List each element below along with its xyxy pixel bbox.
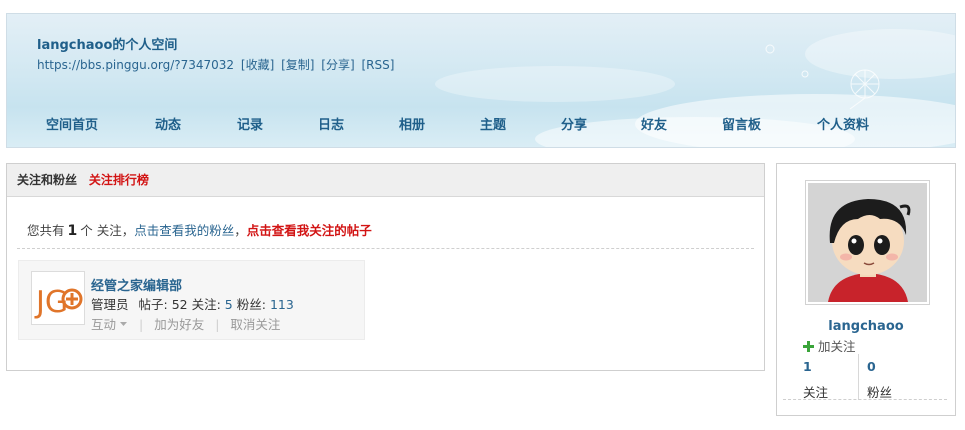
summary-comma: ，: [234, 223, 247, 238]
unfollow-button[interactable]: 取消关注: [230, 317, 280, 332]
following-count[interactable]: 5: [225, 297, 233, 312]
summary-unit: 个 关注，: [80, 223, 135, 238]
fans-count[interactable]: 113: [270, 297, 294, 312]
nav-topics[interactable]: 主题: [480, 114, 506, 133]
panel-tabs: 关注和粉丝 关注排行榜: [7, 164, 764, 197]
user-avatar[interactable]: JG: [31, 271, 85, 325]
divider: [17, 248, 754, 249]
space-title[interactable]: langchaoo的个人空间: [37, 34, 177, 53]
view-fans-link[interactable]: 点击查看我的粉丝: [134, 223, 234, 238]
favorite-link[interactable]: [收藏]: [241, 58, 274, 72]
add-friend-button[interactable]: 加为好友: [154, 317, 204, 332]
summary-prefix: 您共有: [27, 223, 65, 238]
nav-records[interactable]: 记录: [237, 114, 263, 133]
nav-guestbook[interactable]: 留言板: [722, 114, 761, 133]
followed-user-stats: 管理员 帖子: 52 关注: 5 粉丝: 113: [91, 294, 294, 313]
interact-dropdown[interactable]: 互动: [91, 317, 128, 332]
rss-link[interactable]: [RSS]: [362, 58, 395, 72]
tab-follow-ranking[interactable]: 关注排行榜: [89, 173, 149, 187]
card-actions: 互动 | 加为好友 | 取消关注: [91, 314, 280, 333]
user-role: 管理员: [91, 297, 129, 312]
follow-button-label: 加关注: [818, 339, 856, 354]
nav-blog[interactable]: 日志: [318, 114, 344, 133]
space-header: langchaoo的个人空间 https://bbs.pinggu.org/?7…: [6, 13, 956, 148]
nav-album[interactable]: 相册: [399, 114, 425, 133]
followed-user-name[interactable]: 经管之家编辑部: [91, 275, 182, 294]
nav-home[interactable]: 空间首页: [46, 114, 98, 133]
profile-avatar-frame[interactable]: [805, 180, 930, 305]
followed-user-card: JG 经管之家编辑部 管理员 帖子: 52 关注: 5 粉丝: 113 互动 |…: [18, 260, 365, 340]
nav-share[interactable]: 分享: [561, 114, 587, 133]
follow-button[interactable]: 加关注: [803, 336, 856, 355]
tab-follow-fans[interactable]: 关注和粉丝: [17, 173, 77, 187]
action-separator: |: [139, 317, 144, 332]
follow-panel: 关注和粉丝 关注排行榜 您共有 1 个 关注，点击查看我的粉丝，点击查看我关注的帖子…: [6, 163, 765, 371]
view-followed-posts-link[interactable]: 点击查看我关注的帖子: [247, 223, 372, 238]
fans-count: 0: [867, 359, 876, 374]
space-url[interactable]: https://bbs.pinggu.org/?7347032: [37, 58, 234, 72]
posts-label: 帖子:: [138, 297, 168, 312]
follow-summary: 您共有 1 个 关注，点击查看我的粉丝，点击查看我关注的帖子: [27, 220, 372, 239]
stat-following[interactable]: 1 关注: [803, 354, 859, 400]
divider: [783, 399, 947, 400]
space-nav: 空间首页 动态 记录 日志 相册 主题 分享 好友 留言板 个人资料: [7, 114, 955, 134]
following-count: 1: [803, 359, 812, 374]
summary-count: 1: [67, 223, 78, 239]
fans-label: 粉丝:: [236, 297, 266, 312]
profile-stats: 1 关注 0 粉丝: [803, 354, 943, 400]
space-url-row: https://bbs.pinggu.org/?7347032 [收藏] [复制…: [37, 56, 397, 73]
share-link[interactable]: [分享]: [321, 58, 354, 72]
jg-logo-icon: JG: [34, 285, 83, 320]
caret-down-icon: [120, 322, 128, 326]
posts-count: 52: [171, 297, 188, 312]
stat-fans[interactable]: 0 粉丝: [867, 354, 937, 400]
cartoon-avatar-icon: [808, 183, 927, 302]
nav-friends[interactable]: 好友: [641, 114, 667, 133]
action-separator: |: [215, 317, 220, 332]
nav-feed[interactable]: 动态: [155, 114, 181, 133]
nav-profile[interactable]: 个人资料: [817, 114, 869, 133]
interact-label: 互动: [91, 317, 117, 332]
plus-icon: [803, 341, 814, 352]
profile-username[interactable]: langchaoo: [777, 319, 955, 334]
following-label: 关注:: [191, 297, 221, 312]
profile-avatar: [808, 183, 927, 302]
profile-sidebar: langchaoo 加关注 1 关注 0 粉丝: [776, 163, 956, 416]
copy-link[interactable]: [复制]: [281, 58, 314, 72]
